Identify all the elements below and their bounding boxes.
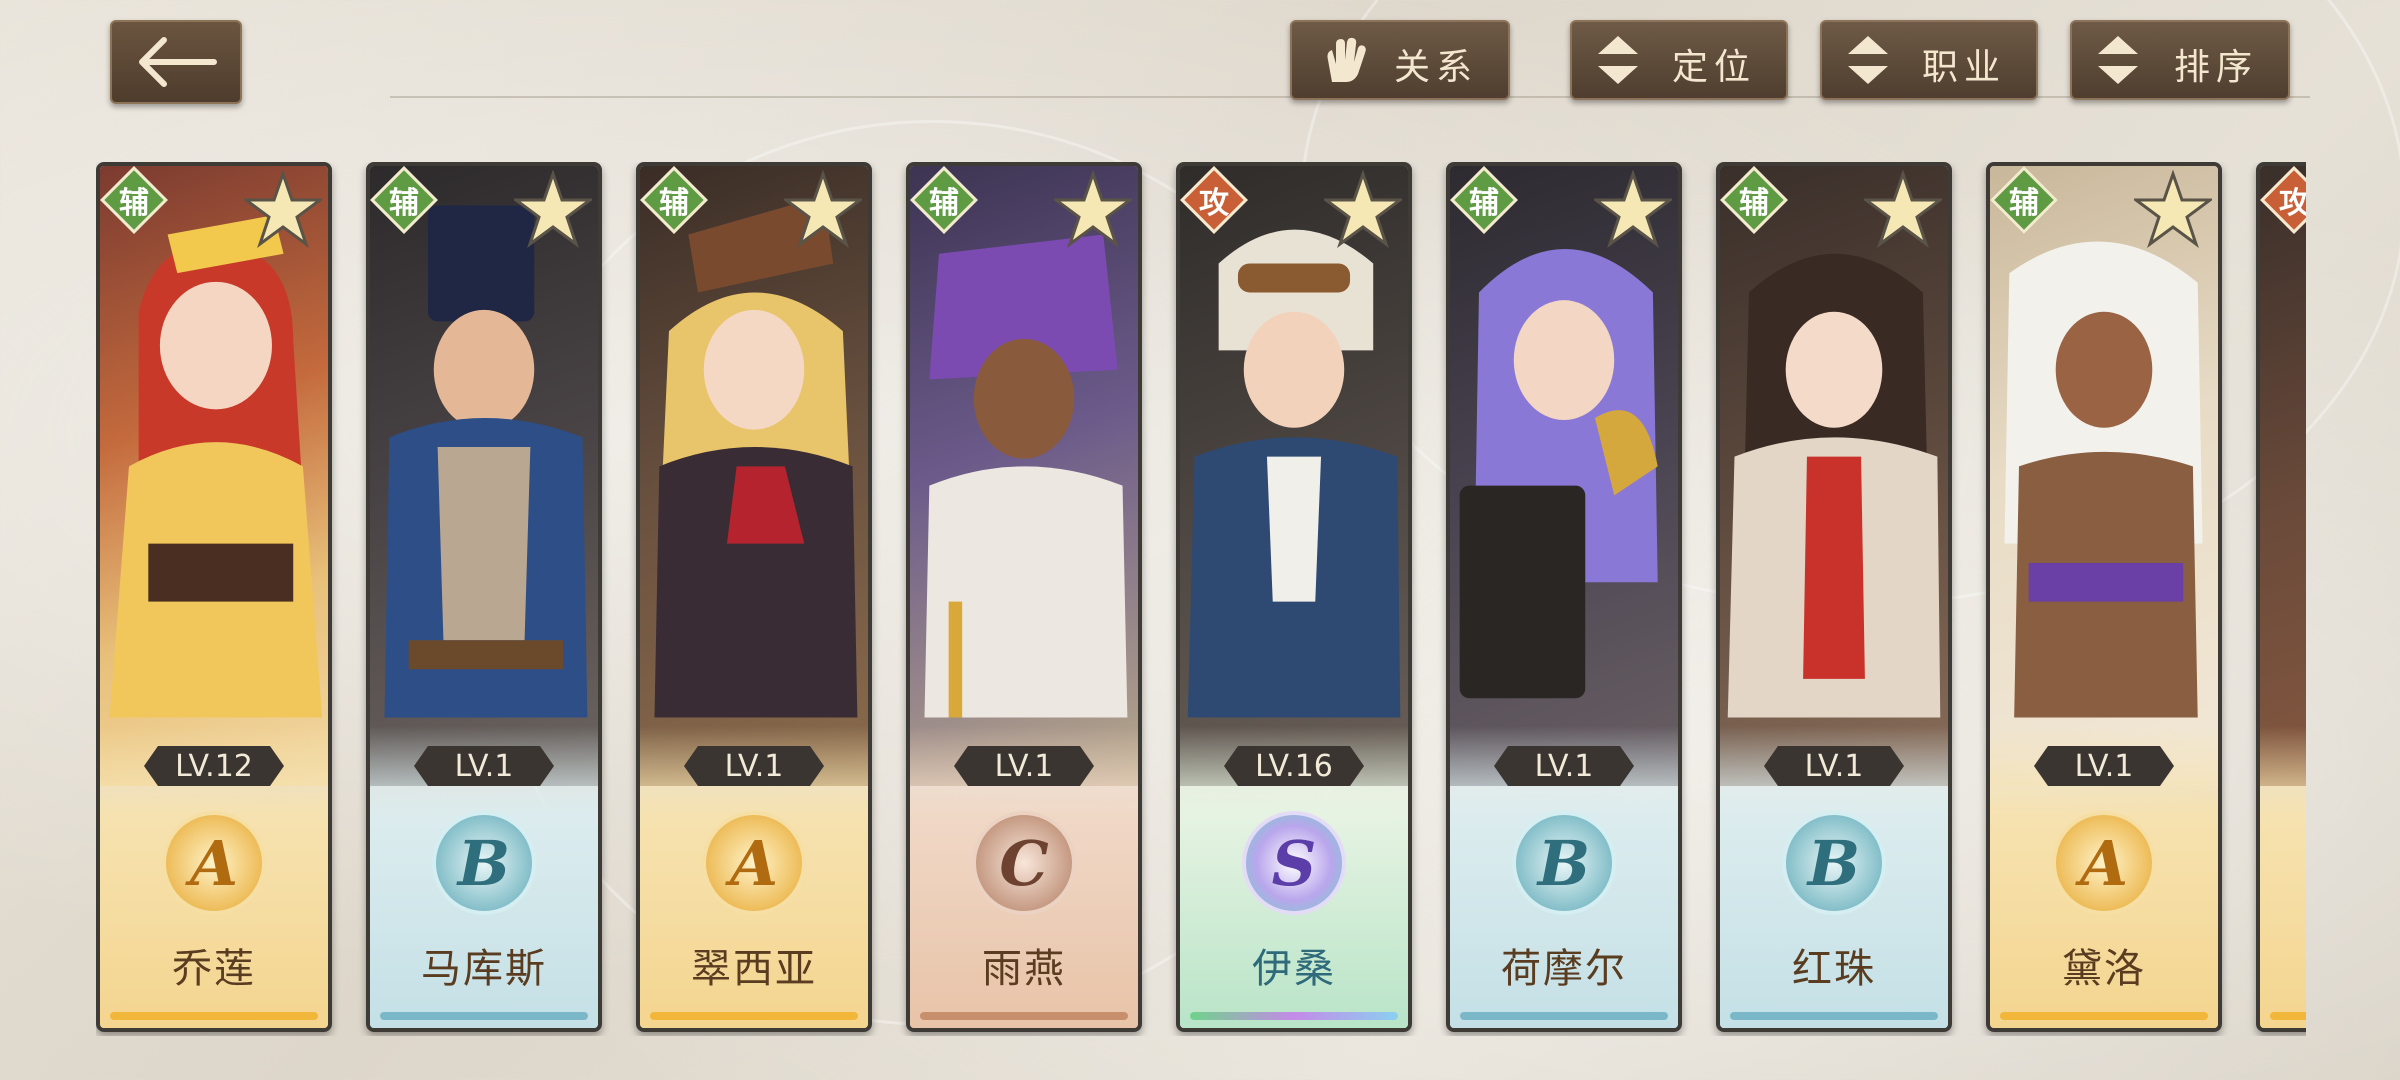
star-icon [784,170,862,248]
character-portrait [2004,241,2203,718]
rank-badge: C [972,811,1076,915]
hero-card[interactable]: 辅 LV.1 B 马库斯 [366,162,602,1032]
hero-level: LV.1 [2034,746,2174,786]
rank-badge: B [1512,811,1616,915]
hero-name: 荷摩尔 [1501,946,1627,992]
star-icon [1324,170,1402,248]
hero-card[interactable]: 辅 LV.1 C 雨燕 [906,162,1142,1032]
hero-level: LV.12 [144,746,284,786]
relation-button[interactable]: 关系 [1290,20,1510,100]
star-icon [244,170,322,248]
glove-icon [1327,37,1366,82]
hero-level: LV.16 [1224,746,1364,786]
hero-level: LV.1 [684,746,824,786]
position-filter-button[interactable]: 定位 [1570,20,1788,100]
sort-arrows-icon [2098,36,2138,84]
character-portrait [654,195,858,718]
sort-arrows-icon [1848,36,1888,84]
character-portrait [384,205,588,718]
character-portrait [109,215,323,718]
rank-badge: S [1242,811,1346,915]
hero-name: 红珠 [1792,946,1876,992]
hero-card[interactable]: 攻 [2256,162,2306,1032]
hero-card[interactable]: 辅 LV.1 A 翠西亚 [636,162,872,1032]
sort-button[interactable]: 排序 [2070,20,2290,100]
star-icon [2134,170,2212,248]
character-portrait [924,234,1128,718]
character-portrait [1187,229,1401,718]
rank-badge: A [702,811,806,915]
job-filter-button[interactable]: 职业 [1820,20,2038,100]
star-icon [1054,170,1132,248]
hero-card[interactable]: 辅 LV.12 A 乔莲 [96,162,332,1032]
character-portrait [1727,253,1941,718]
sort-label: 排序 [2173,47,2258,88]
hero-card[interactable]: 辅 LV.1 A 黛洛 [1986,162,2222,1032]
star-icon [514,170,592,248]
hero-name: 翠西亚 [691,946,817,992]
rank-badge: B [1782,811,1886,915]
sort-arrows-icon [1598,36,1638,84]
character-portrait [1459,248,1658,699]
hero-level: LV.1 [1494,746,1634,786]
rank-badge: B [432,811,536,915]
relation-label: 关系 [1393,47,1478,88]
hero-level: LV.1 [954,746,1094,786]
hero-card[interactable]: 辅 LV.1 B 红珠 [1716,162,1952,1032]
job-label: 职业 [1921,47,2006,88]
hero-name: 马库斯 [421,946,547,992]
rank-badge: A [2052,811,2156,915]
hero-level: LV.1 [1764,746,1904,786]
hero-list: 辅 LV.12 A 乔莲 辅 LV.1 B 马库斯 辅 LV.1 A 翠西亚 辅… [96,162,2306,1036]
rank-badge: A [162,811,266,915]
hero-name: 伊桑 [1252,946,1336,992]
back-button[interactable] [110,20,242,104]
hero-name: 雨燕 [982,946,1066,992]
hero-card[interactable]: 攻 LV.16 S 伊桑 [1176,162,1412,1032]
back-arrow-icon [139,37,217,87]
position-label: 定位 [1671,47,1756,88]
hero-name: 乔莲 [172,946,256,992]
star-icon [1864,170,1942,248]
hero-level: LV.1 [414,746,554,786]
hero-name: 黛洛 [2062,946,2146,992]
star-icon [1594,170,1672,248]
hero-card[interactable]: 辅 LV.1 B 荷摩尔 [1446,162,1682,1032]
